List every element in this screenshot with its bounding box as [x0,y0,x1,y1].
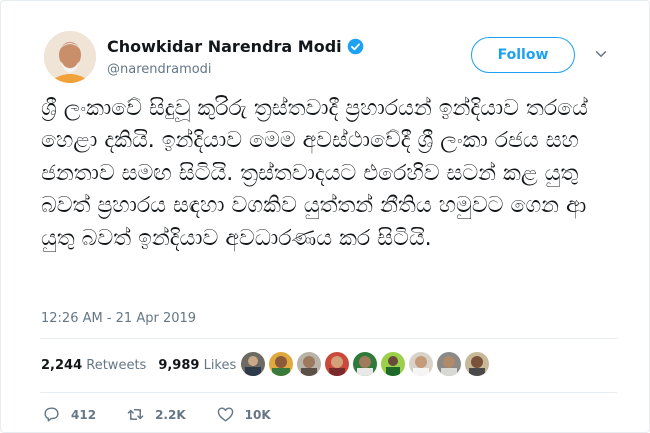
like-count: 10K [244,407,271,422]
tweet-card: Chowkidar Narendra Modi @narendramodi Fo… [0,0,650,433]
tweet-actions: 412 2.2K 10K [42,405,301,424]
liker-avatar[interactable] [325,352,349,376]
retweet-action[interactable]: 2.2K [126,405,186,424]
retweets-count: 2,244 [41,358,83,373]
retweets-label: Retweets [86,358,147,373]
liker-avatar[interactable] [465,352,489,376]
retweet-icon [127,409,144,420]
liker-avatar[interactable] [381,352,405,376]
author-display-name[interactable]: Chowkidar Narendra Modi [107,37,342,56]
divider-top [40,338,617,339]
likes-count: 9,989 [158,358,200,373]
reply-count: 412 [71,407,97,422]
reply-icon [44,407,59,422]
author-names: Chowkidar Narendra Modi @narendramodi [107,37,364,77]
liker-avatar[interactable] [269,352,293,376]
liker-avatar[interactable] [437,352,461,376]
tweet-header: Chowkidar Narendra Modi @narendramodi Fo… [44,31,629,87]
follow-button[interactable]: Follow [471,37,575,73]
likes-stat[interactable]: 9,989 Likes [158,358,236,373]
liker-avatar[interactable] [241,352,265,376]
liker-avatar[interactable] [297,352,321,376]
liker-avatar[interactable] [409,352,433,376]
verified-badge-icon [347,38,363,55]
author-handle[interactable]: @narendramodi [107,62,364,77]
liker-avatars [241,352,489,376]
heart-icon [217,407,233,422]
tweet-timestamp[interactable]: 12:26 AM - 21 Apr 2019 [41,311,196,326]
author-avatar[interactable] [44,31,96,83]
like-action[interactable]: 10K [216,405,271,424]
tweet-text: ශ්‍රී ලංකාවේ සිදුවූ කුරිරු ත්‍රස්තවාදී ප… [41,96,588,251]
likes-label: Likes [203,358,237,373]
engagement-stats: 2,244 Retweets 9,989 Likes [41,358,236,373]
chevron-down-icon[interactable] [592,45,610,63]
liker-avatar[interactable] [353,352,377,376]
retweets-stat[interactable]: 2,244 Retweets [41,358,146,373]
retweet-count: 2.2K [155,407,186,422]
reply-action[interactable]: 412 [42,405,96,424]
divider-bottom [40,392,617,393]
